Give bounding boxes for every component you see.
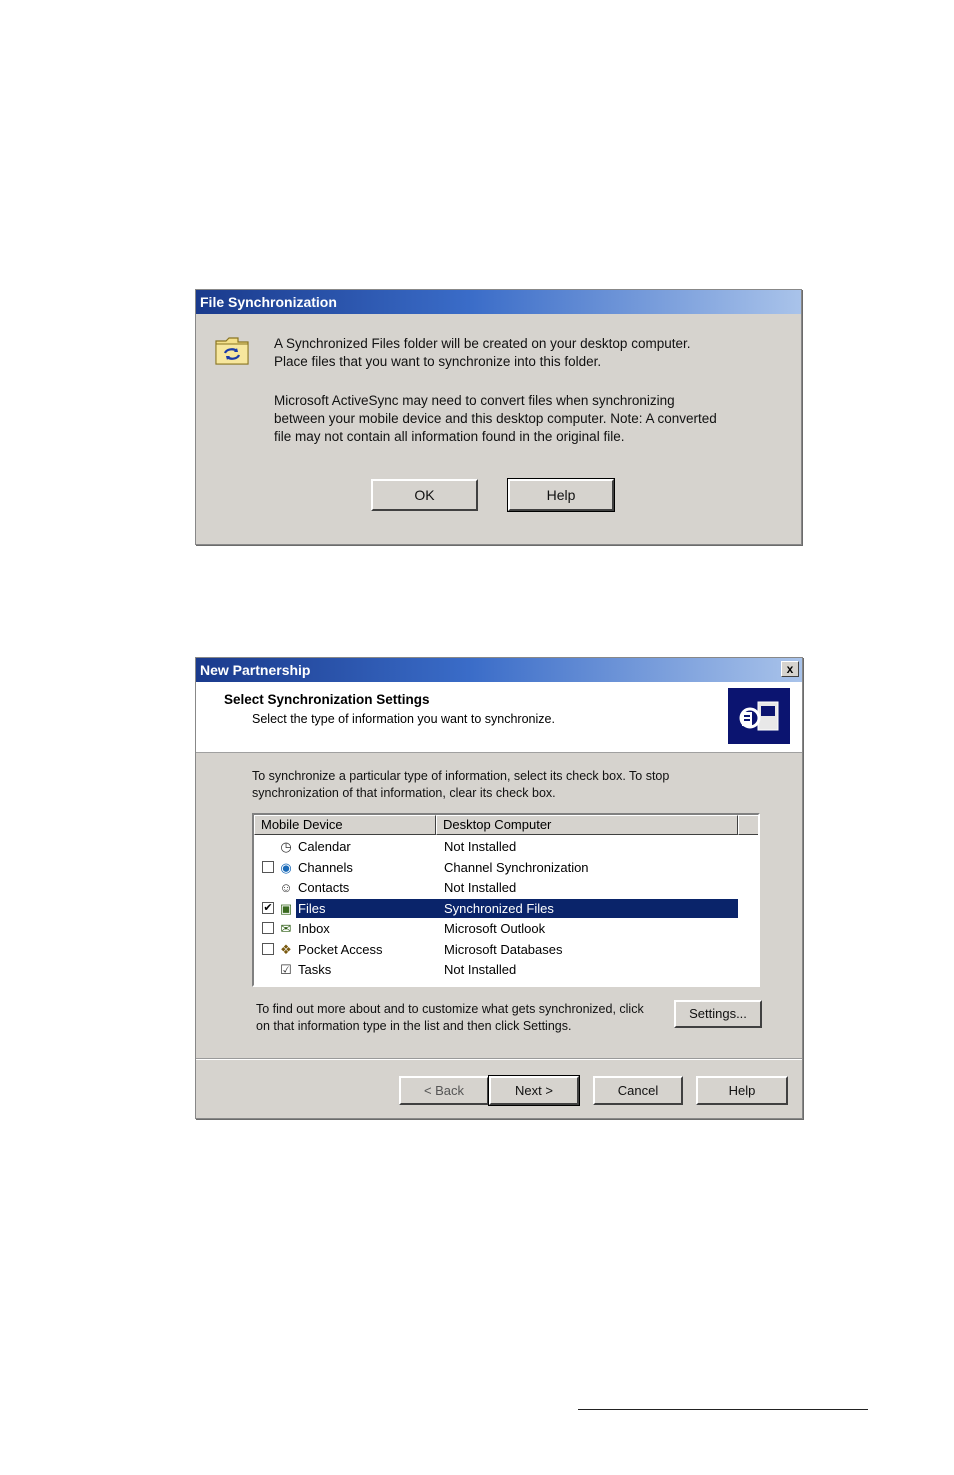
list-row-pocket-access[interactable]: ❖ Pocket Access Microsoft Databases xyxy=(254,940,740,959)
close-button[interactable]: x xyxy=(781,661,799,677)
row-desktop-label: Channel Synchronization xyxy=(444,859,589,875)
inbox-icon: ✉ xyxy=(280,921,292,936)
row-checkbox[interactable]: ✔ xyxy=(262,901,274,914)
list-header: Mobile Device Desktop Computer xyxy=(254,815,758,835)
wizard-header: Select Synchronization Settings Select t… xyxy=(196,682,802,753)
instructions-line-2: synchronization of that information, cle… xyxy=(252,786,556,800)
file-sync-message-line-4: between your mobile device and this desk… xyxy=(274,411,717,426)
next-button[interactable]: Next > xyxy=(488,1075,580,1106)
row-desktop-label: Not Installed xyxy=(444,839,517,854)
new-partnership-dialog: New Partnership x Select Synchronization… xyxy=(195,657,803,1119)
tasks-icon: ☑ xyxy=(280,962,292,977)
column-header-mobile-device[interactable]: Mobile Device xyxy=(254,815,436,835)
files-icon: ▣ xyxy=(279,900,293,916)
row-mobile-label: Tasks xyxy=(298,962,332,977)
divider xyxy=(196,1058,802,1060)
file-sync-message-line-1: A Synchronized Files folder will be crea… xyxy=(274,336,691,351)
partnership-title-bar: New Partnership x xyxy=(196,658,802,682)
footer-line-2: on that information type in the list and… xyxy=(256,1019,572,1033)
help-button[interactable]: Help xyxy=(507,478,615,512)
footer-line-1: To find out more about and to customize … xyxy=(256,1002,644,1016)
pocket-access-icon: ❖ xyxy=(280,941,292,957)
cancel-button[interactable]: Cancel xyxy=(593,1076,683,1105)
partnership-title: New Partnership xyxy=(200,662,311,678)
page-rule xyxy=(578,1409,868,1410)
list-row-contacts[interactable]: ☺ Contacts Not Installed xyxy=(254,878,740,897)
row-desktop-label: Not Installed xyxy=(444,880,517,895)
file-sync-message-line-2: Place files that you want to synchronize… xyxy=(274,354,602,369)
row-mobile-label: Channels xyxy=(298,859,353,875)
column-header-blank xyxy=(738,815,758,835)
list-row-files[interactable]: ✔ ▣ Files Synchronized Files xyxy=(254,898,740,918)
row-mobile-label: Contacts xyxy=(298,880,350,895)
file-sync-title-bar: File Synchronization xyxy=(196,290,801,314)
list-row-inbox[interactable]: ✉ Inbox Microsoft Outlook xyxy=(254,919,740,938)
row-desktop-label: Synchronized Files xyxy=(444,900,554,916)
list-row-channels[interactable]: ◉ Channels Channel Synchronization xyxy=(254,858,740,877)
file-sync-dialog: File Synchronization A Synchronized File… xyxy=(195,289,802,545)
file-sync-message-line-5: file may not contain all information fou… xyxy=(274,429,625,444)
wizard-heading: Select Synchronization Settings xyxy=(224,692,430,707)
row-checkbox[interactable] xyxy=(262,860,274,873)
row-mobile-label: Pocket Access xyxy=(298,941,383,957)
sync-type-list[interactable]: Mobile Device Desktop Computer ◷ Calendar… xyxy=(252,813,760,987)
row-mobile-label: Calendar xyxy=(298,839,351,854)
ok-button[interactable]: OK xyxy=(371,479,478,511)
column-header-desktop-computer[interactable]: Desktop Computer xyxy=(436,815,738,835)
contacts-icon: ☺ xyxy=(279,880,293,895)
row-desktop-label: Not Installed xyxy=(444,962,517,977)
row-desktop-label: Microsoft Databases xyxy=(444,941,563,957)
wizard-subheading: Select the type of information you want … xyxy=(252,712,555,726)
back-button[interactable]: < Back xyxy=(399,1076,489,1105)
settings-button[interactable]: Settings... xyxy=(674,1000,762,1028)
row-mobile-label: Files xyxy=(298,900,326,916)
list-row-calendar[interactable]: ◷ Calendar Not Installed xyxy=(254,837,740,856)
row-checkbox[interactable] xyxy=(262,942,274,955)
activesync-icon xyxy=(728,688,790,744)
file-sync-message-line-3: Microsoft ActiveSync may need to convert… xyxy=(274,393,675,408)
row-mobile-label: Inbox xyxy=(298,921,330,936)
row-checkbox[interactable] xyxy=(262,922,274,934)
calendar-icon: ◷ xyxy=(280,839,292,854)
channels-icon: ◉ xyxy=(280,859,292,875)
instructions-line-1: To synchronize a particular type of info… xyxy=(252,769,670,783)
help-button-wizard[interactable]: Help xyxy=(696,1076,788,1105)
file-sync-title: File Synchronization xyxy=(200,294,337,310)
list-row-tasks[interactable]: ☑ Tasks Not Installed xyxy=(254,960,740,979)
row-desktop-label: Microsoft Outlook xyxy=(444,921,546,936)
sync-folder-icon xyxy=(215,337,249,365)
